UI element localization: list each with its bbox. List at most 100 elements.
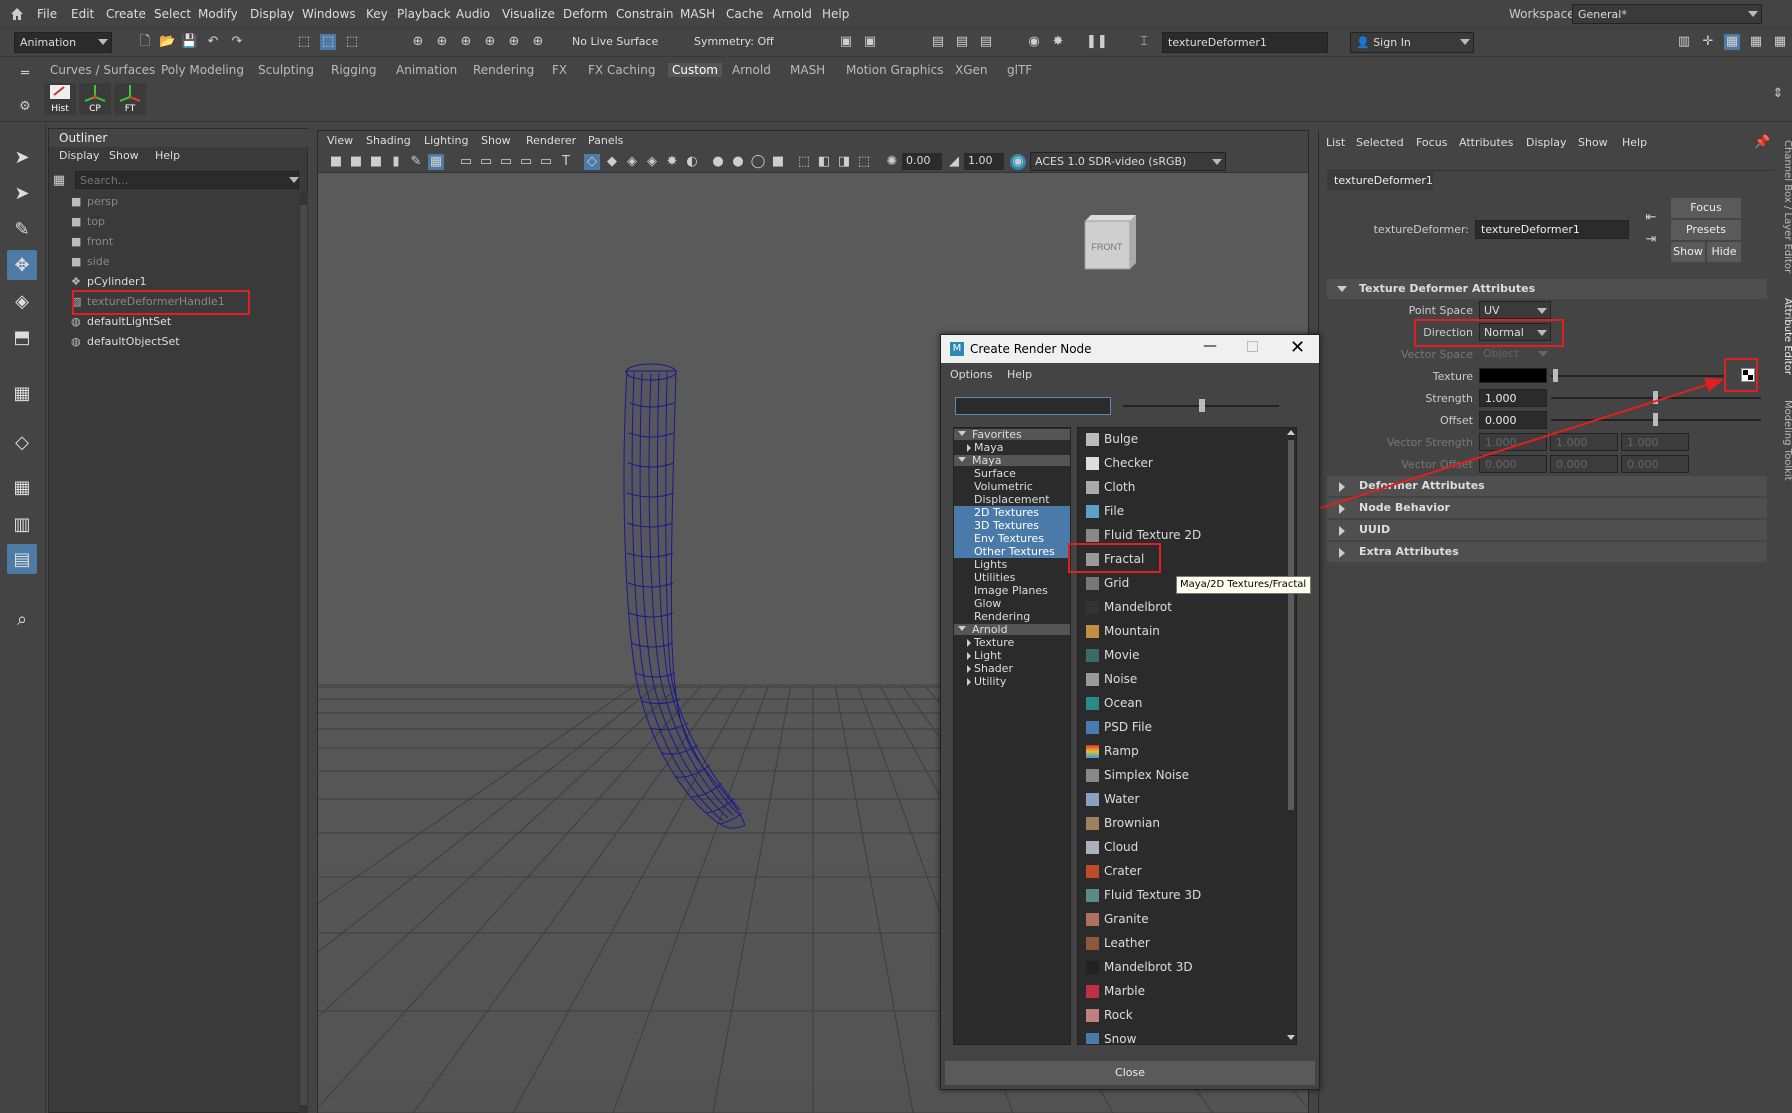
outliner-item-pcylinder1[interactable]: ❖ pCylinder1 xyxy=(71,275,147,288)
outliner-item-top[interactable]: ■ top xyxy=(71,215,105,228)
snap-live-icon[interactable]: ⊕ xyxy=(530,34,546,50)
hide-button[interactable]: Hide xyxy=(1707,242,1741,262)
menu-cache[interactable]: Cache xyxy=(726,7,763,21)
category-other-textures[interactable]: Other Textures xyxy=(954,545,1070,558)
home-icon[interactable] xyxy=(9,6,25,22)
xray-joints-icon[interactable]: ◨ xyxy=(836,154,852,170)
pin-icon[interactable]: 📌 xyxy=(1754,135,1770,151)
ae-menu-help[interactable]: Help xyxy=(1622,136,1647,149)
render-frame-icon[interactable]: ▣ xyxy=(838,34,854,50)
node-marble[interactable]: Marble xyxy=(1082,980,1286,1002)
node-fluid-texture-3d[interactable]: Fluid Texture 3D xyxy=(1082,884,1286,906)
outliner-menu-show[interactable]: Show xyxy=(109,149,139,162)
depth-of-field-icon[interactable]: ■ xyxy=(770,154,786,170)
xray-components-icon[interactable]: ⬚ xyxy=(856,154,872,170)
snap-view-plane-icon[interactable]: ⊕ xyxy=(506,34,522,50)
field-chart-icon[interactable]: ▭ xyxy=(518,154,534,170)
presets-button[interactable]: Presets xyxy=(1671,220,1741,240)
snap-projected-icon[interactable]: ⊕ xyxy=(482,34,498,50)
viewport-menu-renderer[interactable]: Renderer xyxy=(526,134,576,147)
strength-field[interactable]: 1.000 xyxy=(1479,389,1547,407)
shelf-menu-icon[interactable]: ═ xyxy=(17,66,33,82)
symmetry-select[interactable]: Symmetry: Off xyxy=(689,32,789,53)
node-crater[interactable]: Crater xyxy=(1082,860,1286,882)
wireframe-on-shaded-icon[interactable]: ◈ xyxy=(624,154,640,170)
menu-select[interactable]: Select xyxy=(154,7,191,21)
node-cloth[interactable]: Cloth xyxy=(1082,476,1286,498)
safe-title-icon[interactable]: T xyxy=(558,154,574,170)
outliner-item-persp[interactable]: ■ persp xyxy=(71,195,118,208)
node-search-input[interactable] xyxy=(955,397,1111,415)
outliner-search-input[interactable] xyxy=(75,171,299,189)
node-ocean[interactable]: Ocean xyxy=(1082,692,1286,714)
render-view-icon[interactable]: ▤ xyxy=(978,34,994,50)
shelf-button-hist[interactable]: Hist xyxy=(44,83,76,115)
category-arnold[interactable]: Arnold xyxy=(954,624,1070,635)
attribute-editor-toggle-icon[interactable]: ▦ xyxy=(1724,34,1740,50)
category-surface[interactable]: Surface xyxy=(974,467,1070,480)
category-glow[interactable]: Glow xyxy=(974,597,1070,610)
menu-windows[interactable]: Windows xyxy=(302,7,356,21)
viewport-menu-view[interactable]: View xyxy=(327,134,353,147)
category-arnold-shader[interactable]: Shader xyxy=(967,662,1070,675)
select-component-icon[interactable]: ⬚ xyxy=(344,34,360,50)
shelf-tab-fx[interactable]: FX xyxy=(552,63,567,77)
category-2d-textures[interactable]: 2D Textures xyxy=(954,506,1070,519)
ae-node-tab[interactable]: textureDeformer1 xyxy=(1327,172,1433,190)
node-snow[interactable]: Snow xyxy=(1082,1028,1286,1044)
scroll-up-icon[interactable] xyxy=(1287,430,1295,435)
select-hierarchy-icon[interactable]: ⬚ xyxy=(296,34,312,50)
close-icon[interactable]: ✕ xyxy=(1290,337,1305,358)
shelf-tab-poly-modeling[interactable]: Poly Modeling xyxy=(161,63,244,77)
search-icon[interactable]: ⌕ xyxy=(7,604,37,634)
outliner-item-side[interactable]: ■ side xyxy=(71,255,110,268)
modeling-toolkit-icon[interactable]: ✛ xyxy=(1700,34,1716,50)
gamma-icon[interactable]: ◢ xyxy=(946,154,962,170)
exposure-icon[interactable]: ✺ xyxy=(884,154,900,170)
four-view-layout-icon[interactable]: ▦ xyxy=(7,472,37,502)
open-scene-icon[interactable]: 📂 xyxy=(159,34,175,50)
xray-icon[interactable]: ◧ xyxy=(816,154,832,170)
texture-slider-track[interactable] xyxy=(1551,375,1725,377)
category-volumetric[interactable]: Volumetric xyxy=(974,480,1070,493)
menu-constrain[interactable]: Constrain xyxy=(616,7,674,21)
ae-menu-list[interactable]: List xyxy=(1326,136,1345,149)
hypershade-icon[interactable]: ▤ xyxy=(954,34,970,50)
node-file[interactable]: File xyxy=(1082,500,1286,522)
gate-mask-icon[interactable]: ▭ xyxy=(498,154,514,170)
rotate-tool-icon[interactable]: ◈ xyxy=(7,286,37,316)
node-ramp[interactable]: Ramp xyxy=(1082,740,1286,762)
shelf-tab-xgen[interactable]: XGen xyxy=(955,63,988,77)
camera-attributes-icon[interactable]: ■ xyxy=(348,154,364,170)
menu-playback[interactable]: Playback xyxy=(397,7,451,21)
side-tab-channel-box[interactable]: Channel Box / Layer Editor xyxy=(1777,140,1792,273)
viewport-menu-shading[interactable]: Shading xyxy=(366,134,411,147)
exposure-field[interactable]: 0.00 xyxy=(902,153,942,170)
category-maya[interactable]: Maya xyxy=(954,455,1070,466)
node-mandelbrot[interactable]: Mandelbrot xyxy=(1082,596,1286,618)
shelf-tab-arnold[interactable]: Arnold xyxy=(732,63,771,77)
grease-pencil-icon[interactable]: ✎ xyxy=(408,154,424,170)
menu-set-select[interactable]: Animation xyxy=(14,32,112,53)
shelf-tab-motion-graphics[interactable]: Motion Graphics xyxy=(846,63,944,77)
menu-display[interactable]: Display xyxy=(250,7,294,21)
menu-help[interactable]: Help xyxy=(822,7,849,21)
category-arnold-utility[interactable]: Utility xyxy=(967,675,1070,688)
offset-slider-handle[interactable] xyxy=(1653,413,1658,426)
camera-icon[interactable]: ■ xyxy=(328,154,344,170)
menu-deform[interactable]: Deform xyxy=(563,7,608,21)
outliner-menu-help[interactable]: Help xyxy=(155,149,180,162)
tool-settings-icon[interactable]: ▦ xyxy=(1748,34,1764,50)
outliner-item-defaultobjectset[interactable]: ◍ defaultObjectSet xyxy=(71,335,180,348)
color-management-icon[interactable]: ◉ xyxy=(1010,154,1026,170)
snap-point-icon[interactable]: ⊕ xyxy=(458,34,474,50)
image-plane-icon[interactable]: ▮ xyxy=(388,154,404,170)
focus-button[interactable]: Focus xyxy=(1671,198,1741,218)
grid-toggle-icon[interactable]: ▦ xyxy=(428,154,444,170)
dialog-menu-help[interactable]: Help xyxy=(1007,368,1032,381)
node-brownian[interactable]: Brownian xyxy=(1082,812,1286,834)
safe-action-icon[interactable]: ▭ xyxy=(538,154,554,170)
shelf-tab-mash[interactable]: MASH xyxy=(790,63,825,77)
viewport-menu-lighting[interactable]: Lighting xyxy=(424,134,468,147)
scale-tool-icon[interactable]: ⬒ xyxy=(7,322,37,352)
